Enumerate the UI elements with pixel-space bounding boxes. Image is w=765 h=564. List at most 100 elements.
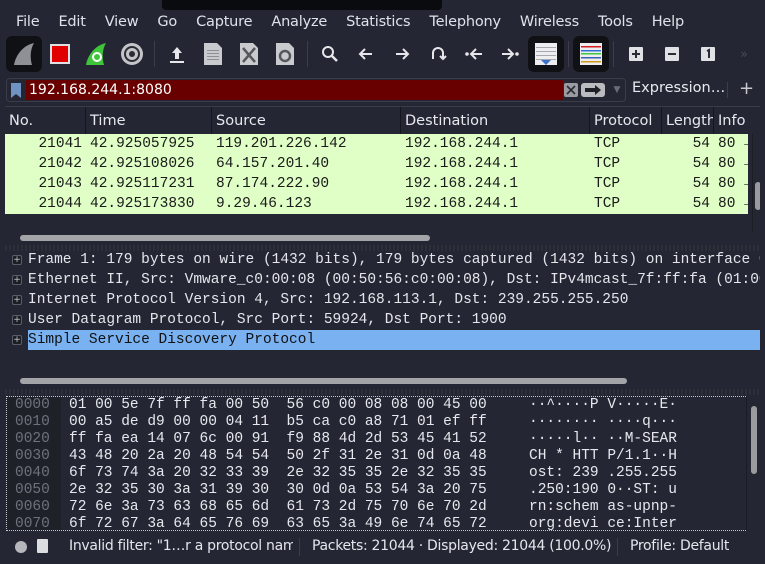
menu-go[interactable]: Go <box>157 14 177 30</box>
go-back-button[interactable] <box>348 36 384 72</box>
hex-ascii[interactable]: .250:190 0··ST: u <box>529 482 677 499</box>
tree-item-frame[interactable]: + Frame 1: 179 bytes on wire (1432 bits)… <box>5 250 760 270</box>
colorize-icon <box>580 42 602 65</box>
hex-ascii[interactable]: CH * HTT P/1.1··H <box>529 448 677 465</box>
colorize-button[interactable] <box>573 35 609 72</box>
close-file-button[interactable] <box>231 36 267 72</box>
hex-ascii[interactable]: rn:schem as-upnp- <box>529 499 677 516</box>
add-filter-button[interactable]: + <box>739 78 754 99</box>
menu-wireless[interactable]: Wireless <box>520 14 579 30</box>
menu-statistics[interactable]: Statistics <box>346 14 410 30</box>
profile-indicator[interactable]: Profile: Default <box>630 538 729 554</box>
stop-capture-button[interactable] <box>42 36 78 72</box>
scrollbar-thumb[interactable] <box>20 235 430 241</box>
expert-info-icon[interactable] <box>15 541 27 553</box>
apply-filter-button[interactable] <box>581 83 605 97</box>
hex-bytes[interactable]: 00 a5 de d9 00 00 04 11 b5 ca c0 a8 71 0… <box>69 414 487 431</box>
shark-fin-icon <box>14 42 34 65</box>
packet-list-horizontal-scrollbar[interactable] <box>5 232 760 246</box>
scrollbar-thumb[interactable] <box>20 378 627 384</box>
menu-analyze[interactable]: Analyze <box>271 14 327 30</box>
toolbar-overflow-button[interactable]: » <box>726 36 762 72</box>
column-header-destination[interactable]: Destination <box>401 107 590 135</box>
packet-time: 42.925108026 <box>90 156 195 172</box>
find-packet-button[interactable] <box>312 36 348 72</box>
scrollbar-thumb[interactable] <box>755 182 760 210</box>
tree-item-label: Ethernet II, Src: Vmware_c0:00:08 (00:50… <box>28 272 760 288</box>
restart-capture-button[interactable] <box>78 36 114 72</box>
packet-row[interactable]: 21042 42.925108026 64.157.201.40 192.168… <box>5 154 748 174</box>
expand-icon[interactable]: + <box>12 255 22 265</box>
hex-row: 0000 01 00 5e 7f ff fa 00 50 56 c0 00 08 … <box>7 397 746 414</box>
hex-row: 0030 43 48 20 2a 20 48 54 54 50 2f 31 2e … <box>7 448 746 465</box>
first-packet-button[interactable] <box>456 36 492 72</box>
hex-bytes[interactable]: 01 00 5e 7f ff fa 00 50 56 c0 00 08 08 0… <box>69 397 487 414</box>
hex-ascii[interactable]: ·····l·· ··M-SEAR <box>529 431 677 448</box>
hex-bytes[interactable]: 72 6e 3a 73 63 68 65 6d 61 73 2d 75 70 6… <box>69 499 487 516</box>
packet-list-vertical-scrollbar[interactable] <box>752 134 760 232</box>
hex-ascii[interactable]: ost: 239 .255.255 <box>529 465 677 482</box>
zoom-out-button[interactable] <box>654 36 690 72</box>
autoscroll-button[interactable] <box>528 35 564 72</box>
hex-bytes[interactable]: 6f 73 74 3a 20 32 33 39 2e 32 35 35 2e 3… <box>69 465 487 482</box>
save-file-button[interactable] <box>195 36 231 72</box>
packet-protocol: TCP <box>594 156 621 172</box>
display-filter-input[interactable] <box>26 80 563 100</box>
menu-view[interactable]: View <box>105 14 139 30</box>
pane-splitter[interactable] <box>5 389 760 395</box>
hex-bytes[interactable]: 6f 72 67 3a 64 65 76 69 63 65 3a 49 6e 7… <box>69 516 487 530</box>
packet-time: 42.925057925 <box>90 136 195 152</box>
bookmark-icon[interactable] <box>11 83 21 98</box>
hex-ascii[interactable]: ··^····P V·····E· <box>529 397 677 414</box>
hex-offset: 0070 <box>7 516 61 530</box>
menu-tools[interactable]: Tools <box>598 14 633 30</box>
go-to-packet-button[interactable] <box>420 36 456 72</box>
details-horizontal-scrollbar[interactable] <box>5 376 760 390</box>
normal-size-button[interactable] <box>690 36 726 72</box>
expand-icon[interactable]: + <box>12 335 22 345</box>
filter-history-dropdown[interactable]: ▼ <box>611 83 623 97</box>
open-file-button[interactable] <box>159 36 195 72</box>
hex-ascii[interactable]: ········ ····q··· <box>529 414 677 431</box>
menu-file[interactable]: File <box>16 14 40 30</box>
menu-telephony[interactable]: Telephony <box>429 14 501 30</box>
expand-icon[interactable]: + <box>12 295 22 305</box>
expression-button[interactable]: Expression… <box>632 80 725 96</box>
hex-bytes[interactable]: 2e 32 35 30 3a 31 39 30 30 0d 0a 53 54 3… <box>69 482 487 499</box>
start-capture-button[interactable] <box>6 35 42 72</box>
menu-edit[interactable]: Edit <box>58 14 85 30</box>
go-forward-button[interactable] <box>384 36 420 72</box>
reload-file-button[interactable] <box>267 36 303 72</box>
capture-comment-icon[interactable] <box>37 539 48 553</box>
last-packet-button[interactable] <box>492 36 528 72</box>
scrollbar-thumb[interactable] <box>751 406 757 474</box>
packet-row[interactable]: 21044 42.925173830 9.29.46.123 192.168.2… <box>5 194 748 214</box>
packet-destination: 192.168.244.1 <box>405 156 519 172</box>
column-header-no[interactable]: No. <box>5 107 86 135</box>
bytes-vertical-scrollbar[interactable] <box>746 396 760 531</box>
tree-item-ssdp[interactable]: + Simple Service Discovery Protocol <box>5 330 760 350</box>
column-header-time[interactable]: Time <box>86 107 212 135</box>
column-header-length[interactable]: Length <box>662 107 714 135</box>
hex-bytes[interactable]: 43 48 20 2a 20 48 54 54 50 2f 31 2e 31 0… <box>69 448 487 465</box>
hex-bytes[interactable]: ff fa ea 14 07 6c 00 91 f9 88 4d 2d 53 4… <box>69 431 487 448</box>
restart-fin-icon <box>86 42 106 65</box>
capture-options-button[interactable] <box>114 36 150 72</box>
tree-item-ethernet[interactable]: + Ethernet II, Src: Vmware_c0:00:08 (00:… <box>5 270 760 290</box>
menu-help[interactable]: Help <box>652 14 684 30</box>
column-header-info[interactable]: Info <box>714 107 748 135</box>
menu-capture[interactable]: Capture <box>196 14 252 30</box>
zoom-in-button[interactable] <box>618 36 654 72</box>
packet-rows: 21041 42.925057925 119.201.226.142 192.1… <box>5 134 748 214</box>
packet-row[interactable]: 21041 42.925057925 119.201.226.142 192.1… <box>5 134 748 154</box>
clear-filter-button[interactable] <box>564 83 578 97</box>
packet-row[interactable]: 21043 42.925117231 87.174.222.90 192.168… <box>5 174 748 194</box>
packet-info: 80 → <box>718 136 748 152</box>
hex-ascii[interactable]: org:devi ce:Inter <box>529 516 677 530</box>
column-header-protocol[interactable]: Protocol <box>590 107 662 135</box>
tree-item-ipv4[interactable]: + Internet Protocol Version 4, Src: 192.… <box>5 290 760 310</box>
expand-icon[interactable]: + <box>12 315 22 325</box>
tree-item-udp[interactable]: + User Datagram Protocol, Src Port: 5992… <box>5 310 760 330</box>
expand-icon[interactable]: + <box>12 275 22 285</box>
column-header-source[interactable]: Source <box>212 107 401 135</box>
